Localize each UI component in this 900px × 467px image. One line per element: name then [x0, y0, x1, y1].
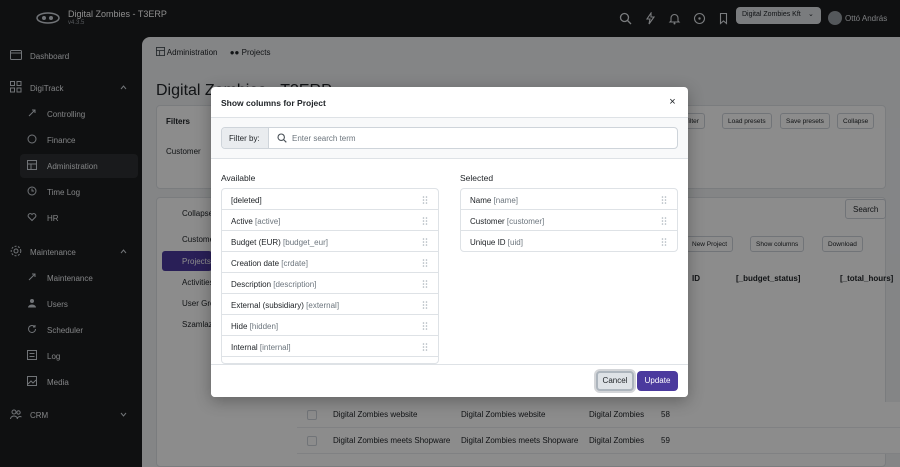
column-item-label: Internal [internal] — [231, 343, 291, 352]
column-key: [deleted] — [231, 196, 262, 205]
drag-handle-icon[interactable] — [422, 280, 428, 288]
column-key: [crdate] — [281, 259, 308, 268]
column-item-label: Customer [customer] — [470, 217, 544, 226]
drag-handle-icon[interactable] — [661, 238, 667, 246]
search-icon — [277, 133, 287, 143]
column-item-label: Description [description] — [231, 280, 316, 289]
drag-handle-icon[interactable] — [422, 322, 428, 330]
search-input[interactable] — [292, 128, 672, 148]
modal-header: Show columns for Project × — [211, 87, 688, 118]
column-key: [customer] — [506, 217, 545, 226]
column-name: External (subsidiary) — [231, 301, 307, 310]
filter-input-group: Filter by: — [221, 127, 678, 149]
column-list-item[interactable]: Hide [hidden] — [222, 315, 438, 336]
drag-handle-icon[interactable] — [422, 343, 428, 351]
column-list-item[interactable]: Description [description] — [222, 273, 438, 294]
filter-band: Filter by: — [211, 118, 688, 159]
column-list-item[interactable]: [deleted] — [222, 189, 438, 210]
column-list-item[interactable]: External (subsidiary) [external] — [222, 294, 438, 315]
column-list-item[interactable]: Name [name] — [461, 189, 677, 210]
drag-handle-icon[interactable] — [422, 196, 428, 204]
column-item-label: [deleted] — [231, 196, 262, 205]
column-item-label: Active [active] — [231, 217, 280, 226]
selected-title: Selected — [460, 173, 494, 183]
drag-handle-icon[interactable] — [422, 238, 428, 246]
drag-handle-icon[interactable] — [422, 301, 428, 309]
column-key: [hidden] — [249, 322, 279, 331]
column-list-item[interactable]: Internal Code [internal_code] — [222, 357, 438, 363]
drag-handle-icon[interactable] — [422, 259, 428, 267]
filter-by-label: Filter by: — [222, 128, 269, 148]
cancel-button[interactable]: Cancel — [596, 371, 634, 391]
column-key: [external] — [306, 301, 340, 310]
column-name: Creation date — [231, 259, 282, 268]
column-name: Customer — [470, 217, 507, 226]
column-name: Name — [470, 196, 494, 205]
modal-title: Show columns for Project — [221, 98, 326, 108]
column-key: [name] — [493, 196, 519, 205]
column-key: [internal] — [259, 343, 291, 352]
drag-handle-icon[interactable] — [422, 217, 428, 225]
column-item-label: Unique ID [uid] — [470, 238, 523, 247]
selected-list[interactable]: Name [name] Customer [customer] Unique ID … — [460, 188, 678, 252]
drag-handle-icon[interactable] — [661, 217, 667, 225]
column-list-item[interactable]: Creation date [crdate] — [222, 252, 438, 273]
available-title: Available — [221, 173, 256, 183]
column-list-item[interactable]: Budget (EUR) [budget_eur] — [222, 231, 438, 252]
column-name: Internal — [231, 343, 260, 352]
column-name: Active — [231, 217, 256, 226]
column-key: [budget_eur] — [283, 238, 328, 247]
column-name: Unique ID — [470, 238, 508, 247]
drag-handle-icon[interactable] — [661, 196, 667, 204]
available-list[interactable]: [deleted] Active [active] Budget (EUR) [bu… — [221, 188, 439, 364]
column-item-label: Hide [hidden] — [231, 322, 278, 331]
column-key: [active] — [255, 217, 281, 226]
column-list-item[interactable]: Customer [customer] — [461, 210, 677, 231]
modal-footer: Cancel Update — [211, 364, 688, 397]
column-name: Hide — [231, 322, 250, 331]
update-button[interactable]: Update — [637, 371, 678, 391]
column-list-item[interactable]: Internal [internal] — [222, 336, 438, 357]
column-list-item[interactable]: Unique ID [uid] — [461, 231, 677, 251]
column-item-label: Name [name] — [470, 196, 518, 205]
column-key: [description] — [273, 280, 317, 289]
show-columns-modal: Show columns for Project × Filter by: Av… — [211, 87, 688, 397]
column-item-label: Creation date [crdate] — [231, 259, 308, 268]
column-key: [uid] — [507, 238, 523, 247]
column-item-label: External (subsidiary) [external] — [231, 301, 339, 310]
column-name: Budget (EUR) — [231, 238, 284, 247]
column-item-label: Budget (EUR) [budget_eur] — [231, 238, 328, 247]
close-icon[interactable]: × — [667, 97, 678, 108]
column-list-item[interactable]: Active [active] — [222, 210, 438, 231]
column-name: Description — [231, 280, 274, 289]
